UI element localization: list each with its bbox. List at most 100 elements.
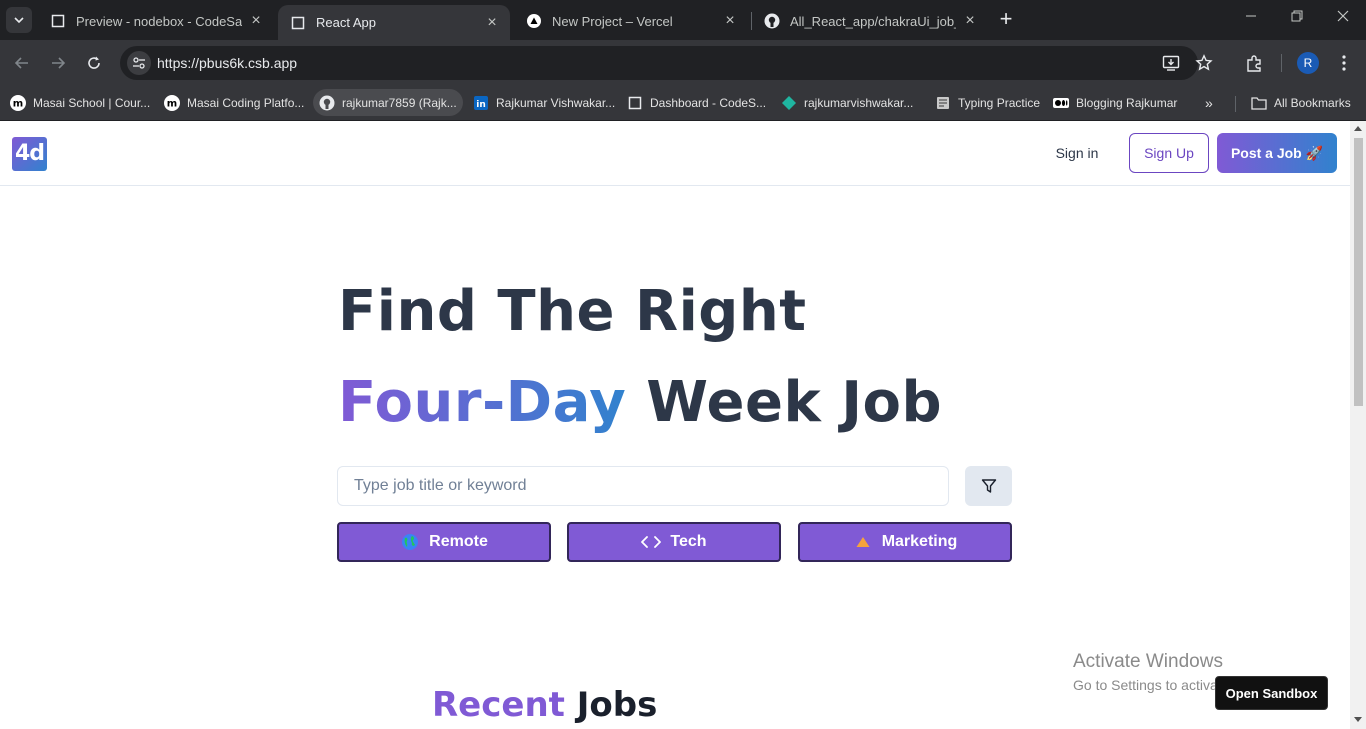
restore-button[interactable] bbox=[1285, 9, 1309, 31]
tab-react-app[interactable]: React App × bbox=[278, 5, 510, 40]
github-icon bbox=[764, 13, 780, 29]
chevron-down-icon bbox=[14, 17, 24, 24]
bookmark-label: Masai Coding Platfo... bbox=[187, 95, 305, 110]
page-viewport: 4d Sign in Sign Up Post a Job 🚀 Find The… bbox=[0, 121, 1366, 729]
codesandbox-icon bbox=[627, 95, 643, 111]
bookmarks-divider bbox=[1235, 96, 1236, 112]
diamond-icon bbox=[781, 95, 797, 111]
activate-title: Activate Windows bbox=[1073, 651, 1223, 672]
close-icon bbox=[1337, 10, 1349, 22]
bookmark-codesandbox-dashboard[interactable]: Dashboard - CodeS... bbox=[621, 89, 772, 116]
bookmark-masai-coding[interactable]: m Masai Coding Platfo... bbox=[158, 89, 310, 116]
chevron-double-right-icon: » bbox=[1205, 94, 1213, 111]
bookmark-label: Blogging Rajkumar bbox=[1076, 95, 1178, 110]
category-remote-button[interactable]: Remote bbox=[337, 522, 551, 562]
post-job-button[interactable]: Post a Job 🚀 bbox=[1217, 133, 1337, 173]
hero-highlight: Four-Day bbox=[338, 370, 627, 435]
tab-search-button[interactable] bbox=[6, 7, 32, 33]
browser-toolbar: https://pbus6k.csb.app R bbox=[0, 40, 1366, 86]
bookmarks-bar: m Masai School | Cour... m Masai Coding … bbox=[0, 86, 1366, 120]
kebab-menu-icon[interactable] bbox=[1333, 52, 1355, 74]
app-logo[interactable]: 4d bbox=[12, 137, 47, 171]
linkedin-icon: in bbox=[473, 95, 489, 111]
triangle-icon bbox=[853, 532, 873, 552]
filter-button[interactable] bbox=[965, 466, 1012, 506]
bookmark-typing-practice[interactable]: Typing Practice bbox=[929, 89, 1046, 116]
minimize-button[interactable] bbox=[1239, 9, 1263, 31]
recent-rest: Jobs bbox=[576, 685, 658, 725]
code-icon bbox=[641, 532, 662, 552]
tab-preview-nodebox[interactable]: Preview - nodebox - CodeSandbox × bbox=[38, 4, 274, 38]
filter-icon bbox=[981, 479, 996, 493]
bookmark-linkedin[interactable]: in Rajkumar Vishwakar... bbox=[467, 89, 621, 116]
tab-vercel[interactable]: New Project – Vercel × bbox=[514, 4, 748, 38]
install-app-icon[interactable] bbox=[1162, 54, 1180, 72]
hero-title-line2: Four-Day Week Job bbox=[338, 370, 942, 435]
close-icon[interactable]: × bbox=[248, 13, 264, 29]
scroll-up-arrow[interactable] bbox=[1354, 126, 1362, 131]
category-label: Marketing bbox=[881, 533, 958, 550]
bookmark-label: Dashboard - CodeS... bbox=[650, 95, 767, 110]
browser-tab-strip: Preview - nodebox - CodeSandbox × React … bbox=[0, 0, 1366, 40]
category-label: Remote bbox=[429, 533, 488, 550]
hero-title-line1: Find The Right bbox=[338, 279, 807, 344]
close-icon[interactable]: × bbox=[962, 13, 978, 29]
github-icon bbox=[319, 95, 335, 111]
close-icon[interactable]: × bbox=[484, 14, 500, 31]
toolbar-divider bbox=[1281, 54, 1282, 72]
globe-icon bbox=[400, 532, 420, 552]
codesandbox-icon bbox=[290, 15, 306, 31]
open-sandbox-button[interactable]: Open Sandbox bbox=[1215, 676, 1328, 710]
all-bookmarks-label: All Bookmarks bbox=[1274, 95, 1351, 110]
all-bookmarks-button[interactable]: All Bookmarks bbox=[1245, 89, 1357, 116]
tab-title: New Project – Vercel bbox=[552, 13, 673, 29]
job-search-input[interactable] bbox=[337, 466, 949, 506]
bookmarks-overflow-button[interactable]: » bbox=[1199, 89, 1219, 116]
forward-button[interactable] bbox=[46, 51, 70, 75]
masai-icon: m bbox=[164, 94, 180, 111]
bookmark-masai-school[interactable]: m Masai School | Cour... bbox=[4, 89, 156, 116]
category-tech-button[interactable]: Tech bbox=[567, 522, 781, 562]
bookmark-label: Typing Practice bbox=[958, 95, 1041, 110]
scroll-down-arrow[interactable] bbox=[1354, 717, 1362, 722]
tab-github[interactable]: All_React_app/chakraUi_job_lear × bbox=[752, 4, 988, 38]
reload-button[interactable] bbox=[82, 51, 106, 75]
reload-icon bbox=[88, 56, 100, 69]
tab-title: All_React_app/chakraUi_job_lear bbox=[790, 13, 956, 29]
bookmark-star-icon[interactable] bbox=[1195, 54, 1213, 72]
address-bar[interactable]: https://pbus6k.csb.app bbox=[120, 46, 1213, 80]
close-window-button[interactable] bbox=[1331, 9, 1355, 31]
back-button[interactable] bbox=[10, 51, 34, 75]
scroll-thumb[interactable] bbox=[1354, 138, 1363, 406]
minimize-icon bbox=[1246, 15, 1256, 17]
arrow-right-icon bbox=[52, 57, 66, 69]
svg-text:m: m bbox=[167, 98, 177, 109]
bookmark-label: rajkumar7859 (Rajk... bbox=[342, 95, 457, 110]
bookmark-blogging[interactable]: Blogging Rajkumar bbox=[1047, 89, 1183, 116]
medium-icon bbox=[1053, 95, 1069, 111]
close-icon[interactable]: × bbox=[722, 13, 738, 29]
sign-up-button[interactable]: Sign Up bbox=[1129, 133, 1209, 173]
profile-avatar[interactable]: R bbox=[1297, 52, 1319, 74]
category-label: Tech bbox=[670, 533, 707, 550]
bookmark-github-profile[interactable]: rajkumar7859 (Rajk... bbox=[313, 89, 463, 116]
bookmark-label: Masai School | Cour... bbox=[33, 95, 151, 110]
page-scrollbar[interactable] bbox=[1350, 121, 1366, 729]
url-text: https://pbus6k.csb.app bbox=[157, 55, 298, 71]
restore-icon bbox=[1291, 10, 1303, 22]
app-navbar: 4d Sign in Sign Up Post a Job 🚀 bbox=[0, 121, 1350, 186]
bookmark-rajkumar-site[interactable]: rajkumarvishwakar... bbox=[775, 89, 919, 116]
svg-text:m: m bbox=[13, 98, 23, 109]
tab-title: React App bbox=[316, 15, 376, 30]
svg-text:in: in bbox=[476, 100, 486, 110]
typing-icon bbox=[935, 95, 951, 111]
sign-in-button[interactable]: Sign in bbox=[1048, 133, 1106, 173]
masai-icon: m bbox=[10, 94, 26, 111]
hero-title-rest: Week Job bbox=[646, 370, 943, 435]
extensions-icon[interactable] bbox=[1243, 52, 1265, 74]
tab-title: Preview - nodebox - CodeSandbox bbox=[76, 13, 242, 29]
category-marketing-button[interactable]: Marketing bbox=[798, 522, 1012, 562]
new-tab-button[interactable]: + bbox=[994, 8, 1018, 32]
tune-icon bbox=[133, 57, 145, 69]
site-info-button[interactable] bbox=[127, 51, 151, 75]
